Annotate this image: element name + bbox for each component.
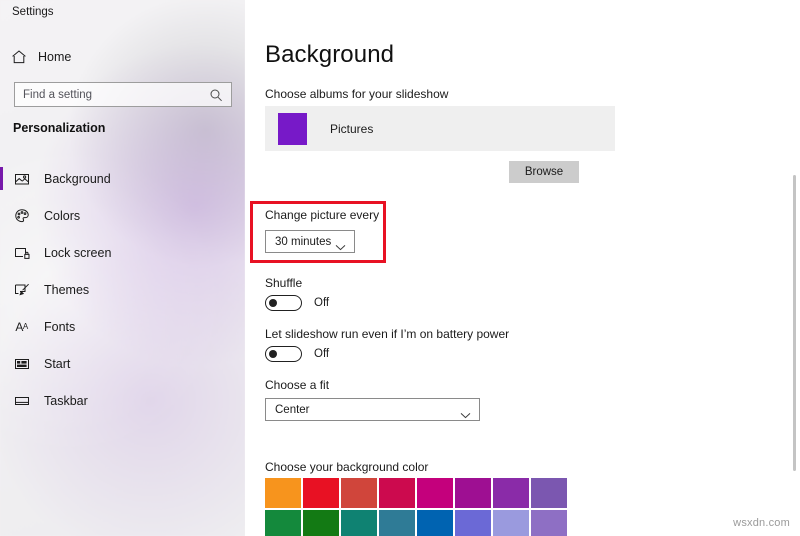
settings-window: Settings Home bbox=[0, 0, 800, 536]
toggle-knob bbox=[269, 350, 277, 358]
sidebar-item-label: Fonts bbox=[44, 320, 75, 334]
change-picture-interval-dropdown[interactable]: 30 minutes bbox=[265, 230, 355, 253]
sidebar-item-colors[interactable]: Colors bbox=[0, 197, 245, 234]
sidebar-item-fonts[interactable]: AA Fonts bbox=[0, 308, 245, 345]
color-swatch[interactable] bbox=[341, 478, 377, 508]
background-color-label: Choose your background color bbox=[265, 460, 428, 474]
albums-label: Choose albums for your slideshow bbox=[265, 87, 448, 101]
album-name: Pictures bbox=[330, 122, 373, 136]
change-picture-interval-value: 30 minutes bbox=[275, 236, 331, 248]
color-swatch[interactable] bbox=[417, 510, 453, 536]
choose-fit-dropdown[interactable]: Center bbox=[265, 398, 480, 421]
selection-accent-bar bbox=[0, 167, 3, 190]
shuffle-toggle[interactable] bbox=[265, 295, 302, 311]
search-input[interactable] bbox=[23, 89, 209, 101]
color-swatch[interactable] bbox=[493, 478, 529, 508]
color-swatch[interactable] bbox=[531, 510, 567, 536]
sidebar-item-lock-screen[interactable]: Lock screen bbox=[0, 234, 245, 271]
sidebar-item-home-label: Home bbox=[38, 50, 71, 64]
color-swatch[interactable] bbox=[531, 478, 567, 508]
color-swatch[interactable] bbox=[341, 510, 377, 536]
battery-toggle-row: Off bbox=[265, 346, 329, 362]
sidebar: Settings Home bbox=[0, 0, 245, 536]
sidebar-item-taskbar[interactable]: Taskbar bbox=[0, 382, 245, 419]
album-list-item[interactable]: Pictures bbox=[265, 106, 615, 151]
palette-icon bbox=[13, 207, 30, 224]
color-swatch[interactable] bbox=[379, 478, 415, 508]
home-icon bbox=[10, 49, 27, 66]
search-icon bbox=[209, 88, 223, 102]
sidebar-section-title: Personalization bbox=[13, 121, 105, 135]
sidebar-item-themes[interactable]: Themes bbox=[0, 271, 245, 308]
sidebar-item-label: Lock screen bbox=[44, 246, 111, 260]
chevron-down-icon bbox=[460, 406, 471, 413]
sidebar-item-label: Colors bbox=[44, 209, 80, 223]
shuffle-label: Shuffle bbox=[265, 276, 302, 290]
sidebar-item-label: Background bbox=[44, 172, 111, 186]
start-grid-icon bbox=[13, 355, 30, 372]
color-swatch[interactable] bbox=[417, 478, 453, 508]
sidebar-nav: Background Colors bbox=[0, 160, 245, 419]
browse-button[interactable]: Browse bbox=[509, 161, 579, 183]
taskbar-icon bbox=[13, 392, 30, 409]
brush-icon bbox=[13, 281, 30, 298]
toggle-knob bbox=[269, 299, 277, 307]
image-icon bbox=[13, 170, 30, 187]
choose-fit-label: Choose a fit bbox=[265, 378, 329, 392]
sidebar-item-label: Start bbox=[44, 357, 70, 371]
search-box[interactable] bbox=[14, 82, 232, 107]
choose-fit-value: Center bbox=[275, 404, 310, 416]
color-swatch[interactable] bbox=[303, 510, 339, 536]
sidebar-item-label: Taskbar bbox=[44, 394, 88, 408]
battery-slideshow-label: Let slideshow run even if I’m on battery… bbox=[265, 327, 509, 341]
battery-toggle-state: Off bbox=[314, 348, 329, 360]
shuffle-toggle-row: Off bbox=[265, 295, 329, 311]
fonts-icon: AA bbox=[13, 318, 30, 335]
color-swatch[interactable] bbox=[379, 510, 415, 536]
color-swatch[interactable] bbox=[265, 510, 301, 536]
page-title: Background bbox=[265, 41, 394, 69]
main-content: Background Choose albums for your slides… bbox=[245, 0, 800, 536]
color-swatch[interactable] bbox=[455, 510, 491, 536]
sidebar-item-label: Themes bbox=[44, 283, 89, 297]
sidebar-item-start[interactable]: Start bbox=[0, 345, 245, 382]
shuffle-toggle-state: Off bbox=[314, 297, 329, 309]
battery-slideshow-toggle[interactable] bbox=[265, 346, 302, 362]
lock-screen-icon bbox=[13, 244, 30, 261]
color-swatch[interactable] bbox=[265, 478, 301, 508]
window-title: Settings bbox=[12, 6, 54, 18]
sidebar-item-home[interactable]: Home bbox=[10, 46, 71, 68]
change-picture-label: Change picture every bbox=[265, 208, 379, 222]
background-color-swatches bbox=[265, 478, 567, 536]
album-thumbnail bbox=[278, 113, 307, 145]
color-swatch[interactable] bbox=[455, 478, 491, 508]
watermark: wsxdn.com bbox=[733, 517, 790, 529]
sidebar-item-background[interactable]: Background bbox=[0, 160, 245, 197]
color-swatch[interactable] bbox=[493, 510, 529, 536]
color-swatch[interactable] bbox=[303, 478, 339, 508]
chevron-down-icon bbox=[335, 238, 346, 245]
vertical-scrollbar[interactable] bbox=[793, 175, 796, 471]
